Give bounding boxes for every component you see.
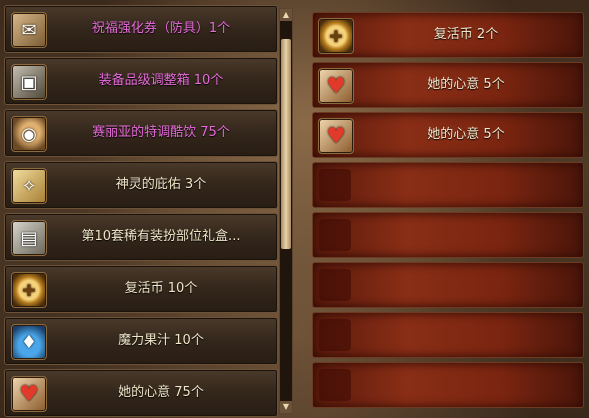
heart-icon: ♥ bbox=[318, 68, 354, 104]
list-item[interactable]: ♥ 她的心意 75个 bbox=[4, 369, 278, 417]
list-item[interactable]: ✚ 复活币 10个 bbox=[4, 265, 278, 313]
item-label: 她的心意 5个 bbox=[427, 127, 505, 142]
gift-box-icon: ▤ bbox=[11, 220, 47, 256]
juice-icon: ♦ bbox=[11, 324, 47, 360]
heart-icon: ♥ bbox=[11, 376, 47, 412]
item-label: 她的心意 75个 bbox=[118, 385, 204, 400]
scroll-up-icon[interactable]: ▲ bbox=[280, 9, 292, 21]
item-label: 复活币 2个 bbox=[433, 27, 499, 42]
item-label: 第10套稀有装扮部位礼盒... bbox=[81, 229, 241, 244]
empty-slot-row bbox=[312, 162, 584, 208]
item-label: 赛丽亚的特调酷饮 75个 bbox=[92, 125, 230, 140]
list-item[interactable]: ✚ 复活币 2个 bbox=[312, 12, 584, 58]
list-item[interactable]: ✧ 神灵的庇佑 3个 bbox=[4, 161, 278, 209]
list-item[interactable]: ♥ 她的心意 5个 bbox=[312, 112, 584, 158]
blessing-icon: ✧ bbox=[11, 168, 47, 204]
item-label: 神灵的庇佑 3个 bbox=[115, 177, 207, 192]
empty-slot-row bbox=[312, 212, 584, 258]
reward-list: ✉ 祝福强化券（防具）1个 ▣ 装备品级调整箱 10个 ◉ 赛丽亚的特调酷饮 7… bbox=[4, 5, 278, 417]
scroll-thumb[interactable] bbox=[281, 39, 291, 249]
item-label: 复活币 10个 bbox=[124, 281, 198, 296]
item-label: 她的心意 5个 bbox=[427, 77, 505, 92]
drink-icon: ◉ bbox=[11, 116, 47, 152]
item-label: 祝福强化券（防具）1个 bbox=[91, 21, 231, 36]
list-item[interactable]: ▣ 装备品级调整箱 10个 bbox=[4, 57, 278, 105]
coupon-icon: ✉ bbox=[11, 12, 47, 48]
list-item[interactable]: ▤ 第10套稀有装扮部位礼盒... bbox=[4, 213, 278, 261]
revive-coin-icon: ✚ bbox=[11, 272, 47, 308]
item-label: 装备品级调整箱 10个 bbox=[98, 73, 224, 88]
empty-slot-row bbox=[312, 262, 584, 308]
empty-slot-row bbox=[312, 312, 584, 358]
empty-slot bbox=[319, 269, 351, 301]
item-label: 魔力果汁 10个 bbox=[118, 333, 204, 348]
empty-slot bbox=[319, 369, 351, 401]
heart-icon: ♥ bbox=[318, 118, 354, 154]
empty-slot-row bbox=[312, 362, 584, 408]
list-item[interactable]: ◉ 赛丽亚的特调酷饮 75个 bbox=[4, 109, 278, 157]
empty-slot bbox=[319, 319, 351, 351]
empty-slot bbox=[319, 169, 351, 201]
empty-slot bbox=[319, 219, 351, 251]
box-icon: ▣ bbox=[11, 64, 47, 100]
list-item[interactable]: ♦ 魔力果汁 10个 bbox=[4, 317, 278, 365]
list-item[interactable]: ♥ 她的心意 5个 bbox=[312, 62, 584, 108]
scroll-down-icon[interactable]: ▼ bbox=[280, 401, 292, 413]
revive-coin-icon: ✚ bbox=[318, 18, 354, 54]
scrollbar[interactable]: ▲ ▼ bbox=[279, 8, 293, 414]
list-item[interactable]: ✉ 祝福强化券（防具）1个 bbox=[4, 5, 278, 53]
